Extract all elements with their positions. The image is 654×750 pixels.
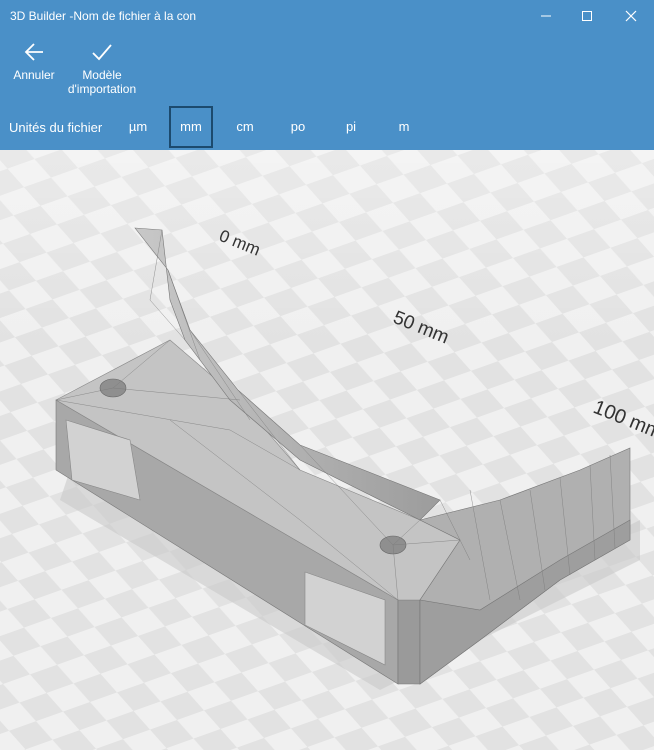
close-icon (625, 10, 637, 22)
units-label: Unités du fichier (9, 120, 103, 135)
unit-mm[interactable]: mm (169, 106, 213, 148)
back-arrow-icon (6, 40, 62, 64)
minimize-icon (541, 15, 551, 17)
cancel-button[interactable]: Annuler (6, 40, 62, 82)
unit-po[interactable]: po (276, 106, 320, 148)
scene: 0 mm 50 mm 100 mm (0, 150, 654, 750)
unit-um[interactable]: µm (116, 106, 160, 148)
unit-cm[interactable]: cm (223, 106, 267, 148)
unit-pi[interactable]: pi (329, 106, 373, 148)
3d-viewport[interactable]: 0 mm 50 mm 100 mm (0, 150, 654, 750)
units-bar: Unités du fichier µm mm cm po pi m (0, 106, 654, 150)
import-model-button[interactable]: Modèle d'importation (62, 40, 142, 96)
import-label: Modèle d'importation (67, 68, 137, 96)
cancel-label: Annuler (13, 68, 55, 82)
unit-m[interactable]: m (382, 106, 426, 148)
minimize-button[interactable] (523, 0, 569, 32)
maximize-button[interactable] (564, 0, 610, 32)
window-title: 3D Builder -Nom de fichier à la con (10, 9, 197, 23)
toolbar: Annuler Modèle d'importation (0, 32, 654, 106)
title-bar: 3D Builder -Nom de fichier à la con (0, 0, 654, 32)
maximize-icon (582, 11, 592, 21)
checkmark-icon (62, 40, 142, 64)
close-button[interactable] (608, 0, 654, 32)
